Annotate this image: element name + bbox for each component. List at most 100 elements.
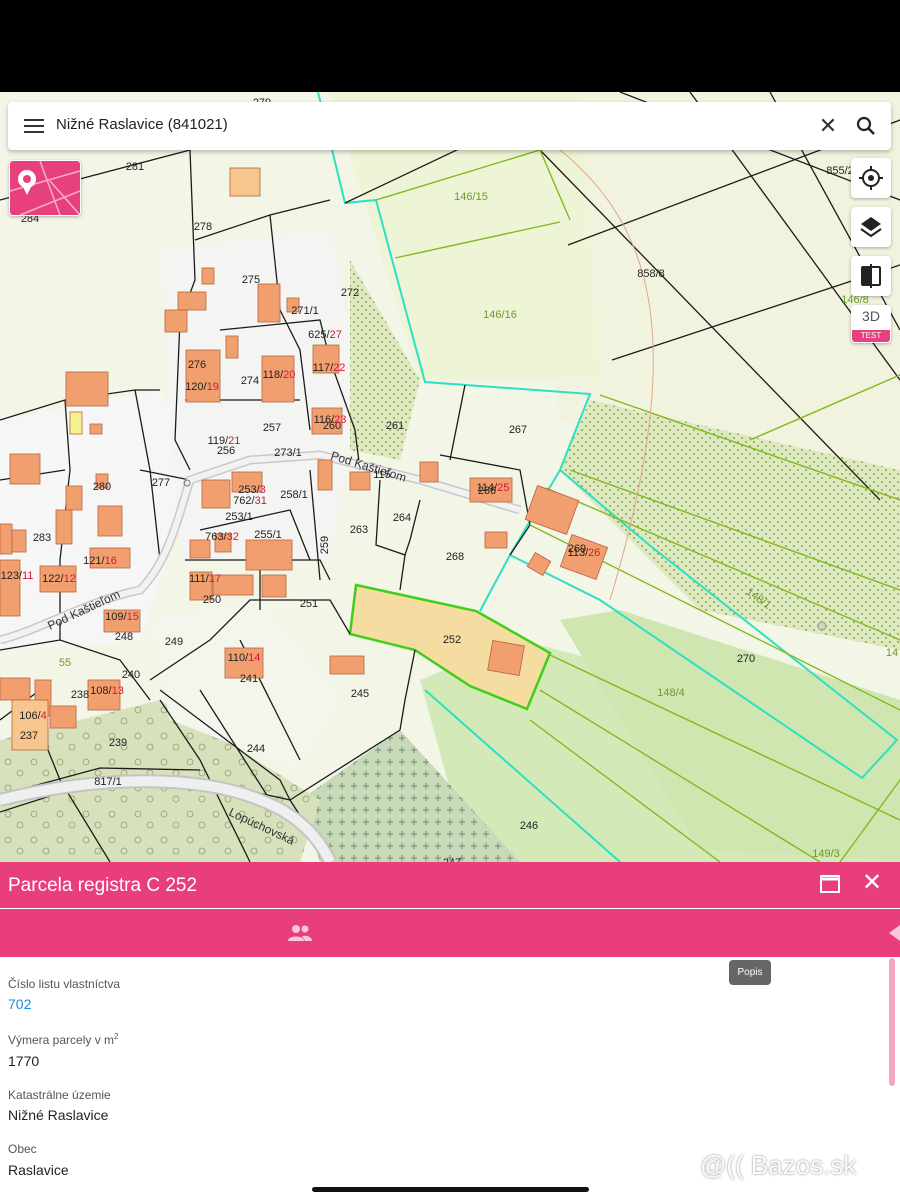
parcel-label: 261	[386, 420, 404, 432]
parcel-label-green: 149/3	[812, 848, 840, 860]
municipality-value: Raslavice	[8, 1162, 69, 1178]
parcel-label: 271/1	[291, 305, 319, 317]
parcel-label: 272	[341, 287, 359, 299]
parcel-label: 817/1	[94, 776, 122, 788]
building-label: 119/21	[208, 435, 241, 447]
parcel-label-green: 14	[886, 647, 898, 659]
building-label: 114/25	[477, 482, 510, 494]
status-bar	[0, 0, 900, 92]
layers-button[interactable]	[851, 207, 891, 247]
building-label: 110/14	[228, 652, 261, 664]
building-label: 762/31	[233, 495, 267, 507]
people-icon	[288, 925, 312, 941]
crosshair-icon	[859, 166, 883, 190]
watermark: @(( Bazos.sk	[700, 1150, 857, 1180]
app-logo[interactable]	[9, 160, 81, 216]
parcel-label: 276	[188, 359, 206, 371]
home-indicator[interactable]	[312, 1187, 589, 1192]
parcel-label: 274	[241, 375, 259, 387]
parcel-label: 249	[165, 636, 183, 648]
owners-tab[interactable]	[285, 921, 315, 945]
parcel-label: 238	[71, 689, 89, 701]
parcel-label: 245	[351, 688, 369, 700]
parcel-label: 858/8	[637, 268, 665, 280]
layers-icon	[860, 217, 882, 238]
panel-scrollbar[interactable]	[889, 958, 895, 1086]
parcel-label: 263	[350, 524, 368, 536]
panel-tab-bar	[0, 909, 900, 957]
parcel-label: 283	[33, 532, 51, 544]
cadastral-map[interactable]: 279 281 284 278 275 272 276 274 257 280 …	[0, 92, 900, 862]
parcel-label: 248	[115, 631, 133, 643]
search-icon[interactable]	[854, 114, 878, 138]
parcel-label: 278	[194, 221, 212, 233]
parcel-panel-header: Parcela registra C 252 ✕	[0, 862, 900, 908]
cadastral-area-label: Katastrálne územie	[8, 1088, 111, 1102]
parcel-label-green: 146/15	[454, 191, 488, 203]
parcel-label: 251	[300, 598, 318, 610]
parcel-label-green: 148/4	[657, 687, 685, 699]
locate-me-button[interactable]	[851, 158, 891, 198]
parcel-label: 268	[446, 551, 464, 563]
parcel-label: 241	[240, 673, 258, 685]
parcel-label: 281	[126, 161, 144, 173]
building-label: 106/4	[19, 710, 47, 722]
building-label: 108/13	[90, 685, 124, 697]
building-label: 109/15	[105, 611, 139, 623]
3d-view-button[interactable]: 3D TEST	[851, 305, 891, 343]
lv-label: Číslo listu vlastníctva	[8, 977, 121, 991]
building-label: 116/23	[314, 414, 347, 426]
parcel-label: 259	[319, 536, 331, 554]
lv-link[interactable]: 702	[8, 996, 31, 1012]
building-label: 113/26	[568, 547, 601, 559]
parcel-label: 280	[93, 481, 111, 493]
parcel-label: 855/2	[826, 165, 854, 177]
compare-icon	[861, 264, 881, 288]
building-label: 118/20	[263, 369, 296, 381]
close-icon[interactable]: ✕	[860, 871, 884, 895]
search-bar[interactable]: Nižné Raslavice (841021) ✕	[8, 102, 891, 150]
3d-label: 3D	[862, 308, 880, 324]
parcel-label: 255/1	[254, 529, 282, 541]
close-icon[interactable]: ✕	[816, 114, 840, 138]
building-label: 120/19	[185, 381, 219, 393]
building-label: 763/32	[205, 531, 239, 543]
building-label: 625/27	[308, 329, 342, 341]
parcel-label: 246	[520, 820, 538, 832]
panel-title: Parcela registra C 252	[8, 875, 198, 896]
municipality-label: Obec	[8, 1142, 37, 1156]
building-label: 123/11	[1, 570, 34, 582]
cadastral-area-value: Nižné Raslavice	[8, 1107, 109, 1123]
parcel-label: 264	[393, 512, 411, 524]
maximize-icon[interactable]	[820, 875, 840, 893]
parcel-label: 273/1	[274, 447, 302, 459]
compare-button[interactable]	[851, 256, 891, 296]
test-badge: TEST	[852, 330, 890, 342]
parcel-label: 267	[509, 424, 527, 436]
map-canvas[interactable]: 279 281 284 278 275 272 276 274 257 280 …	[0, 92, 900, 862]
tooltip: Popis	[729, 960, 771, 985]
parcel-label: 244	[247, 743, 265, 755]
area-value: 1770	[8, 1053, 40, 1069]
search-input[interactable]: Nižné Raslavice (841021)	[56, 116, 228, 133]
parcel-label: 277	[152, 477, 170, 489]
parcel-label: 258/1	[280, 489, 308, 501]
parcel-label-green: 55	[59, 657, 71, 669]
building-label: 117/22	[313, 362, 346, 374]
parcel-label: 252	[443, 634, 461, 646]
description-tab[interactable]	[889, 923, 900, 943]
parcel-label: 237	[20, 730, 38, 742]
building-label: 111/17	[189, 573, 221, 585]
parcel-label: 270	[737, 653, 755, 665]
menu-icon[interactable]	[22, 114, 46, 138]
parcel-label: 239	[109, 737, 127, 749]
parcel-label: 257	[263, 422, 281, 434]
parcel-label: 275	[242, 274, 260, 286]
parcel-label: 250	[203, 594, 221, 606]
building-label: 122/12	[42, 573, 76, 585]
building-label: 121/16	[83, 555, 117, 567]
parcel-label: 240	[122, 669, 140, 681]
parcel-label-green: 146/16	[483, 309, 517, 321]
area-label: Výmera parcely v m2	[8, 1032, 119, 1047]
parcel-label: 253/1	[225, 511, 253, 523]
